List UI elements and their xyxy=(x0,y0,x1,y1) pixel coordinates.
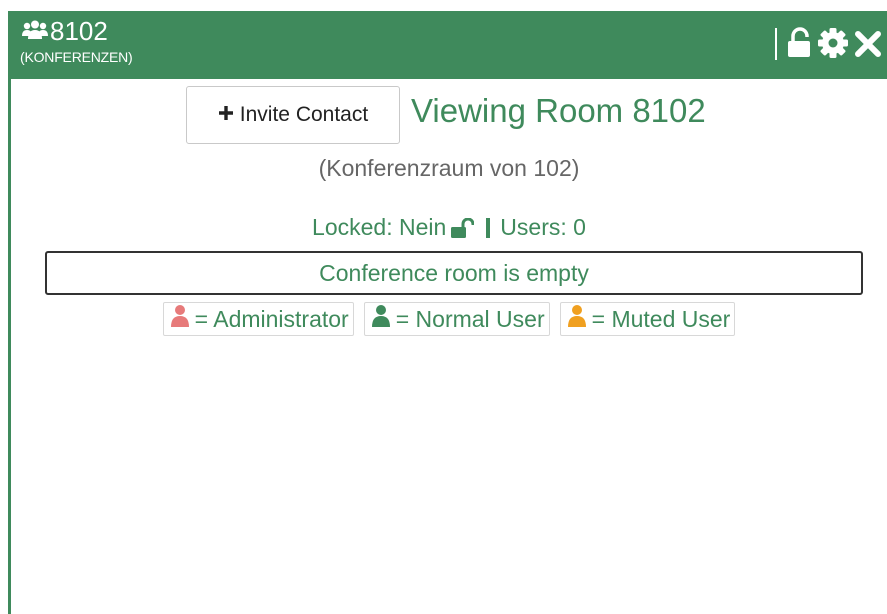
admin-user-icon xyxy=(170,304,190,334)
legend-normal-user: = Normal User xyxy=(363,302,550,336)
legend-normal-label: = Normal User xyxy=(395,305,545,332)
status-divider xyxy=(486,218,491,238)
legend-administrator: = Administrator xyxy=(162,302,354,336)
gear-icon[interactable] xyxy=(816,27,850,64)
room-status: Locked: Nein Users: 0 xyxy=(11,213,887,244)
header-divider xyxy=(775,28,777,60)
users-count: Users: 0 xyxy=(500,214,586,240)
panel-header: 8102 (KONFERENZEN) xyxy=(11,11,887,79)
room-description: (Konferenzraum von 102) xyxy=(318,155,580,181)
legend-muted-user: = Muted User xyxy=(559,302,736,336)
close-icon[interactable] xyxy=(855,27,881,64)
legend-muted-label: = Muted User xyxy=(591,305,731,332)
plus-icon xyxy=(218,103,234,127)
empty-room-message: Conference room is empty xyxy=(45,251,863,295)
view-room-title: Viewing Room 8102 xyxy=(411,92,706,129)
conference-panel: 8102 (KONFERENZEN) Invite Contact Viewin… xyxy=(8,11,887,614)
muted-user-icon xyxy=(567,304,587,334)
unlock-icon[interactable] xyxy=(787,27,813,64)
invite-contact-label: Invite Contact xyxy=(239,103,369,126)
unlock-status-icon xyxy=(450,216,475,244)
panel-title: 8102 xyxy=(50,16,108,46)
users-icon xyxy=(22,20,48,40)
locked-status: Locked: Nein xyxy=(312,214,447,240)
normal-user-icon xyxy=(371,304,391,334)
legend-admin-label: = Administrator xyxy=(194,305,349,332)
invite-contact-button[interactable]: Invite Contact xyxy=(186,86,400,144)
role-legend: = Administrator = Normal User = Muted Us… xyxy=(11,302,887,336)
panel-subtitle: (KONFERENZEN) xyxy=(20,49,133,65)
